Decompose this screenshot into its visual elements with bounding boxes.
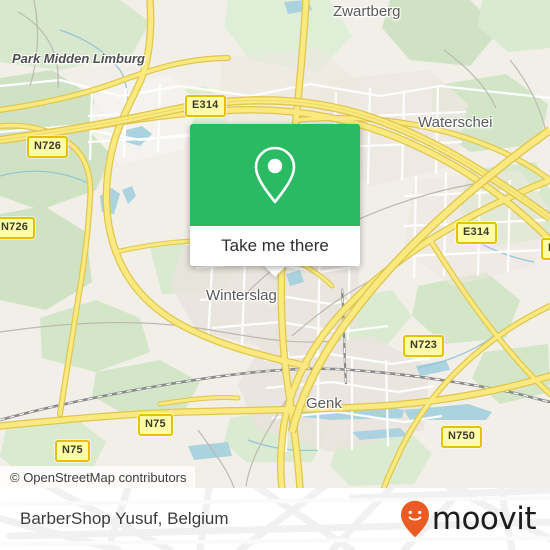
road-shield-n726-south: N726 xyxy=(0,217,36,239)
road-shield-n750: N750 xyxy=(441,426,483,448)
road-shield-n723: N723 xyxy=(403,335,445,357)
map-attribution[interactable]: © OpenStreetMap contributors xyxy=(0,466,195,488)
location-title: BarberShop Yusuf, Belgium xyxy=(20,509,229,528)
moovit-wordmark: moovit xyxy=(431,500,537,537)
road-shield-e314-east: E314 xyxy=(456,222,497,244)
attribution-text: © OpenStreetMap contributors xyxy=(10,469,187,485)
moovit-logo[interactable]: moovit xyxy=(400,500,537,538)
footer-bar: BarberShop Yusuf, Belgium moovit xyxy=(0,488,550,550)
moovit-smiley-pin-icon xyxy=(400,500,429,538)
location-pin-icon xyxy=(254,146,296,204)
map-canvas[interactable]: Zwartberg Waterschei Park Midden Limburg… xyxy=(0,0,550,488)
map-screenshot-root: Zwartberg Waterschei Park Midden Limburg… xyxy=(0,0,550,550)
popup-footer[interactable]: Take me there xyxy=(190,226,360,266)
popup-header xyxy=(190,124,360,226)
take-me-there-label: Take me there xyxy=(221,236,329,255)
road-shield-n726-north: N726 xyxy=(27,136,69,158)
road-shield-clipped-right: N xyxy=(541,238,550,260)
road-shield-n75-west: N75 xyxy=(55,440,90,462)
destination-popup-card[interactable]: Take me there xyxy=(190,124,360,266)
road-shield-n75-east: N75 xyxy=(138,414,173,436)
road-shield-e314-west: E314 xyxy=(185,95,226,117)
